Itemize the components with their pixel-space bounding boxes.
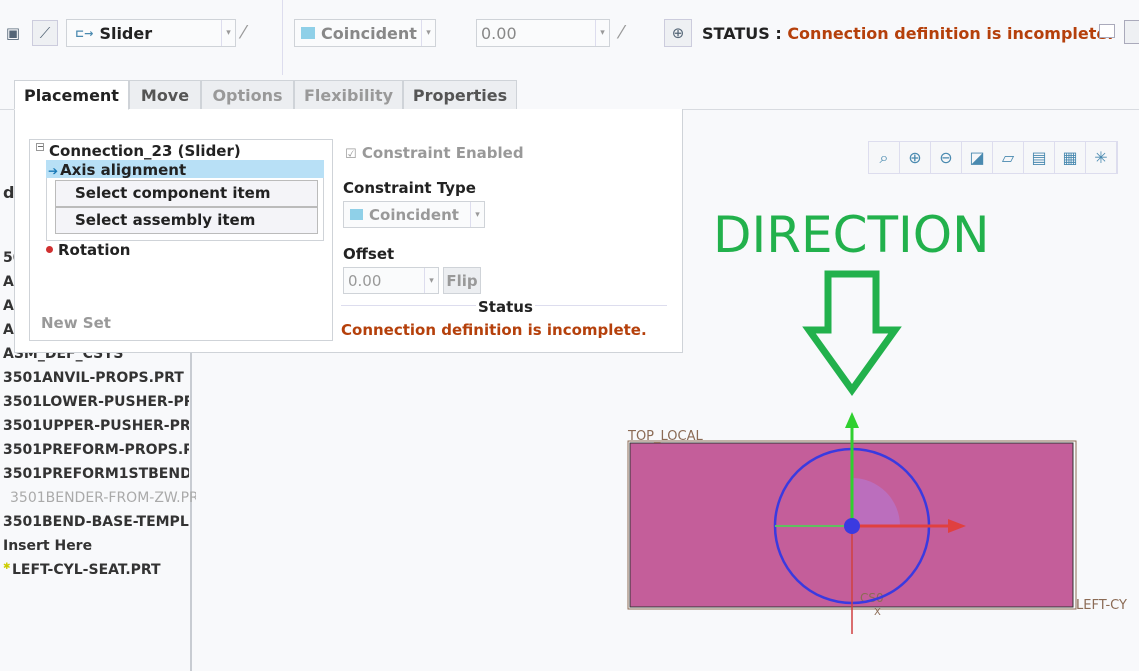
set-rotation[interactable]: Rotation — [58, 241, 130, 259]
panel-status-message: Connection definition is incomplete. — [341, 321, 647, 339]
component-ref-collector[interactable]: Select component item — [55, 180, 318, 207]
arrow-right-icon: ➔ — [48, 164, 59, 178]
datum-label-right: LEFT-CY — [1076, 598, 1127, 613]
chevron-down-icon: ▾ — [470, 202, 484, 227]
datum-label-top: TOP_LOCAL — [627, 429, 703, 444]
placement-panel: − Connection_23 (Slider) ➔ Axis alignment… — [14, 109, 683, 353]
incomplete-icon — [46, 246, 53, 253]
sets-list: − Connection_23 (Slider) ➔ Axis alignment… — [29, 139, 333, 341]
flip-button[interactable]: Flip — [443, 267, 481, 294]
coincident-icon — [350, 209, 363, 220]
chevron-down-icon: ▾ — [424, 268, 438, 293]
new-set-button[interactable]: New Set — [41, 314, 111, 332]
connection-node[interactable]: Connection_23 (Slider) — [49, 142, 241, 160]
drag-center[interactable] — [844, 518, 860, 534]
constraint-enabled-checkbox[interactable]: ☑ Constraint Enabled — [345, 144, 524, 162]
set-axis-alignment[interactable]: ➔ Axis alignment — [46, 160, 324, 179]
assembly-ref-collector[interactable]: Select assembly item — [55, 207, 318, 234]
panel-offset-input[interactable]: 0.00 ▾ — [343, 267, 439, 294]
direction-arrow-icon — [802, 270, 902, 397]
direction-annotation: DIRECTION — [713, 206, 990, 264]
collapse-icon[interactable]: − — [36, 143, 44, 151]
tab-placement[interactable]: Placement — [14, 80, 129, 110]
offset-label: Offset — [343, 245, 395, 263]
references-box: Select component item Select assembly it… — [46, 178, 324, 241]
arrow-up-icon — [845, 412, 859, 428]
status-heading: Status — [476, 298, 535, 316]
checkbox-icon: ☑ — [345, 147, 357, 162]
panel-constraint-type-select[interactable]: Coincident ▾ — [343, 201, 485, 228]
csys-x-label: X — [874, 607, 881, 618]
set-label: Axis alignment — [60, 161, 187, 179]
constraint-type-label: Constraint Type — [343, 179, 476, 197]
